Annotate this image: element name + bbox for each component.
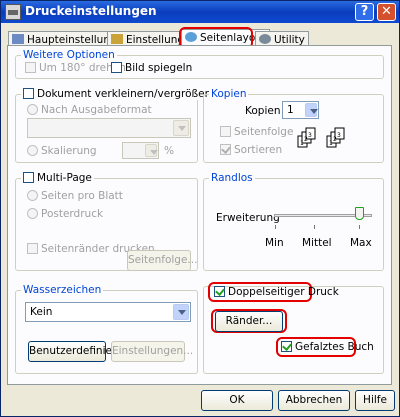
title-bar: Druckeinstellungen ? ✕	[1, 1, 399, 23]
chevron-down-icon	[173, 120, 189, 136]
mirror-label: Bild spiegeln	[125, 62, 193, 74]
mirror-checkbox[interactable]: Bild spiegeln	[111, 62, 192, 74]
nach-ausgabeformat-radio[interactable]: Nach Ausgabeformat	[27, 104, 152, 116]
wasserzeichen-einstellungen-button[interactable]: Einstellungen...	[111, 341, 193, 362]
wasserzeichen-select[interactable]: Kein	[25, 302, 191, 322]
checkbox	[23, 172, 34, 183]
spinner-arrows-icon	[145, 144, 158, 157]
checkbox	[220, 126, 231, 137]
main-settings-icon	[12, 34, 24, 44]
gefalztes-buch-checkbox[interactable]: Gefalztes Buch	[281, 341, 374, 353]
svg-text:3: 3	[308, 132, 312, 139]
radio	[27, 145, 38, 156]
multipage-checkbox[interactable]: Multi-Page	[21, 172, 94, 184]
percent-label: %	[164, 145, 174, 157]
dokument-label: Dokument verkleinern/vergrößern	[37, 88, 216, 100]
kopien-label: Kopien	[245, 105, 281, 117]
checkbox	[23, 88, 34, 99]
sortieren-label: Sortieren	[234, 144, 283, 156]
doppelseitig-label: Doppelseitiger Druck	[228, 286, 339, 298]
slider-max-label: Max	[350, 237, 372, 249]
checkbox	[220, 144, 231, 155]
collated-copies-icon: 1 2 3	[297, 127, 316, 148]
skalierung-spinner[interactable]	[122, 142, 159, 159]
posterdruck-label: Posterdruck	[41, 208, 104, 220]
seitenfolge-checkbox[interactable]: Seitenfolge	[220, 126, 293, 138]
doppelseitig-checkbox[interactable]: Doppelseitiger Druck	[214, 286, 339, 298]
spinner-arrows-icon	[305, 103, 318, 117]
kopien-spinner[interactable]: 1	[282, 101, 319, 119]
multipage-label: Multi-Page	[37, 172, 92, 184]
radio	[27, 104, 38, 115]
randlos-group: Randlos	[203, 172, 384, 271]
window-title: Druckeinstellungen	[25, 4, 157, 18]
chevron-down-icon	[173, 304, 189, 320]
sortieren-checkbox[interactable]: Sortieren	[220, 144, 282, 156]
checkbox	[214, 286, 225, 297]
posterdruck-radio[interactable]: Posterdruck	[27, 208, 103, 220]
settings-icon	[111, 34, 123, 44]
slider-tick	[275, 225, 276, 229]
checkbox	[111, 62, 122, 73]
printer-icon	[5, 4, 21, 20]
group-title: Kopien	[209, 88, 249, 100]
dokument-checkbox[interactable]: Dokument verkleinern/vergrößern	[21, 88, 218, 100]
slider-tick	[314, 225, 315, 229]
close-title-button[interactable]: ✕	[377, 3, 396, 21]
help-title-button[interactable]: ?	[355, 3, 374, 21]
collated-copies-icon-2: 1 2 3	[326, 127, 345, 148]
checkbox	[25, 62, 36, 73]
seitenfolge-label: Seitenfolge	[234, 126, 294, 138]
seiten-pro-blatt-label: Seiten pro Blatt	[41, 190, 123, 202]
radio	[27, 208, 38, 219]
group-title: Randlos	[209, 172, 255, 184]
skalierung-label: Skalierung	[41, 145, 97, 157]
wasserzeichen-value: Kein	[30, 306, 53, 318]
benutzerdefiniert-button[interactable]: Benutzerdefiniert...	[28, 341, 130, 362]
hilfe-button[interactable]: Hilfe	[355, 390, 395, 411]
radio	[27, 190, 38, 201]
ok-button[interactable]: OK	[201, 390, 273, 411]
skalierung-radio[interactable]: Skalierung	[27, 145, 97, 157]
nach-ausgabeformat-label: Nach Ausgabeformat	[41, 104, 152, 116]
erweiterung-slider-thumb[interactable]	[355, 207, 364, 220]
checkbox	[281, 341, 292, 352]
erweiterung-label: Erweiterung	[216, 212, 280, 224]
kopien-value: 1	[287, 104, 294, 116]
gefalztes-buch-label: Gefalztes Buch	[295, 341, 374, 353]
utility-icon	[259, 34, 271, 44]
raender-button[interactable]: Ränder...	[215, 311, 283, 332]
seiten-pro-blatt-radio[interactable]: Seiten pro Blatt	[27, 190, 123, 202]
group-title: Weitere Optionen	[21, 49, 117, 61]
print-settings-dialog: Druckeinstellungen ? ✕ Haupteinstellunge…	[0, 0, 400, 417]
svg-text:3: 3	[337, 132, 341, 139]
seitenfolge-button[interactable]: Seitenfolge...	[127, 250, 197, 271]
ausgabeformat-select[interactable]	[27, 118, 191, 138]
slider-tick	[359, 225, 360, 229]
checkbox	[27, 243, 38, 254]
slider-min-label: Min	[265, 237, 284, 249]
group-title: Wasserzeichen	[21, 284, 104, 296]
abbrechen-button[interactable]: Abbrechen	[278, 390, 350, 411]
slider-mittel-label: Mittel	[302, 237, 332, 249]
